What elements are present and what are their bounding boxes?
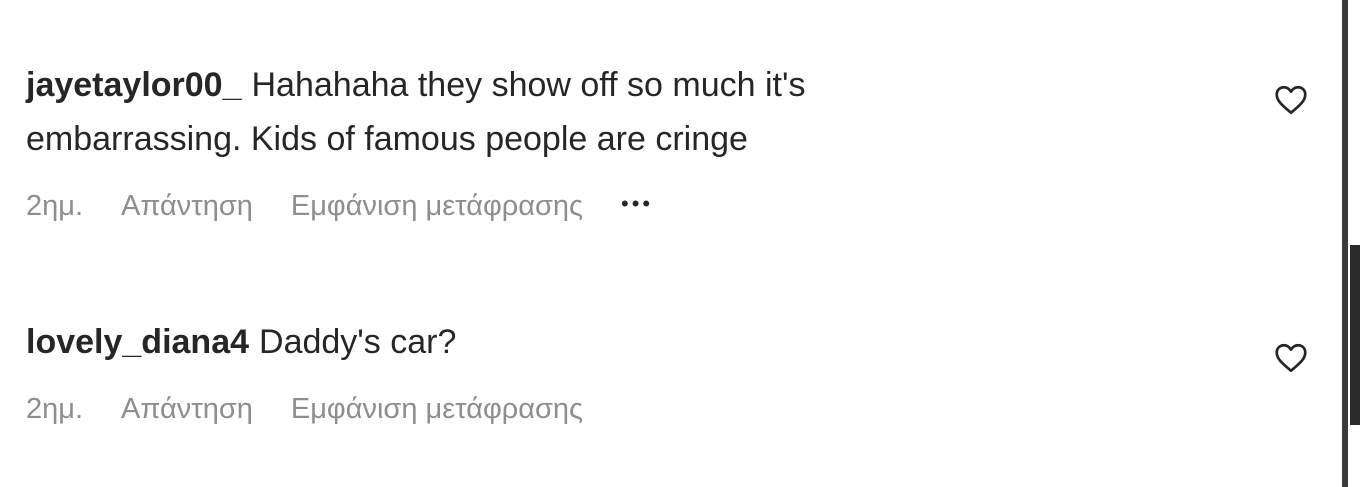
heart-outline-icon[interactable] — [1271, 82, 1311, 118]
comment-timestamp[interactable]: 2ημ. — [26, 190, 83, 223]
comment-text: Daddy's car? — [259, 323, 457, 361]
comment-body: lovely_diana4 Daddy's car? — [26, 315, 1026, 369]
window-edge-fragment — [1350, 245, 1360, 425]
comment-timestamp[interactable]: 2ημ. — [26, 393, 83, 426]
window-edge — [1342, 0, 1348, 487]
reply-button[interactable]: Απάντηση — [121, 190, 253, 223]
reply-button[interactable]: Απάντηση — [121, 393, 253, 426]
more-options-icon[interactable]: ••• — [621, 191, 653, 217]
comment-body: jayetaylor00_ Hahahaha they show off so m… — [26, 58, 1026, 166]
comment-item: jayetaylor00_ Hahahaha they show off so m… — [26, 58, 1256, 222]
comment-meta: 2ημ. Απάντηση Εμφάνιση μετάφρασης ••• — [26, 190, 691, 223]
comment-username[interactable]: lovely_diana4 — [26, 323, 249, 361]
comment-username[interactable]: jayetaylor00_ — [26, 66, 242, 104]
comment-item: lovely_diana4 Daddy's car? 2ημ. Απάντηση … — [26, 315, 1256, 425]
comment-meta: 2ημ. Απάντηση Εμφάνιση μετάφρασης — [26, 393, 621, 426]
see-translation-button[interactable]: Εμφάνιση μετάφρασης — [291, 393, 583, 426]
heart-outline-icon[interactable] — [1271, 340, 1311, 376]
see-translation-button[interactable]: Εμφάνιση μετάφρασης — [291, 190, 583, 223]
